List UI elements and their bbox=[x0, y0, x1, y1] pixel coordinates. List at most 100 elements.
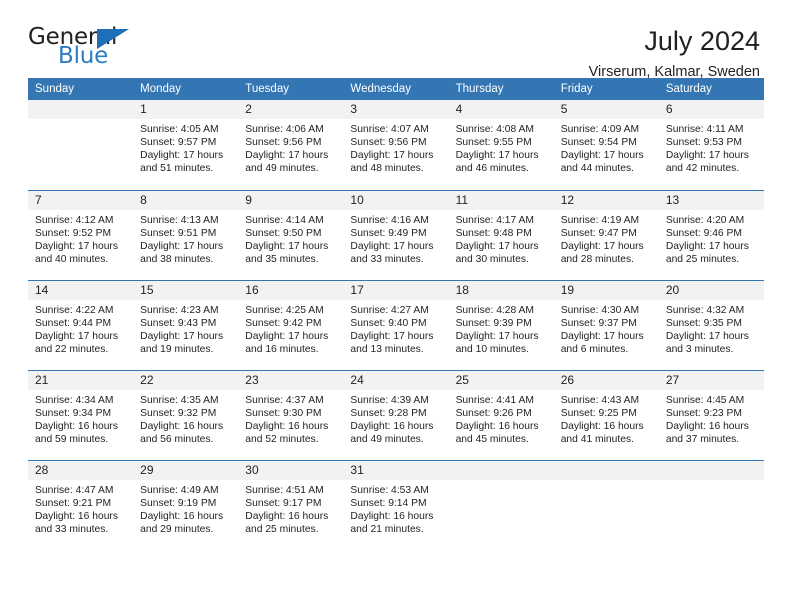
daylight-text-line2: and 46 minutes. bbox=[455, 163, 529, 175]
sunset-text: Sunset: 9:17 PM bbox=[245, 497, 322, 509]
calendar-day-cell[interactable]: 25 Sunrise: 4:41 AM Sunset: 9:26 PM Dayligh… bbox=[448, 369, 554, 460]
calendar-day-cell[interactable]: 2 Sunrise: 4:06 AM Sunset: 9:56 PM Daylight… bbox=[238, 100, 344, 190]
calendar-day-cell[interactable]: 7 Sunrise: 4:12 AM Sunset: 9:52 PM Daylight… bbox=[28, 189, 134, 280]
calendar-day-cell[interactable]: 19 Sunrise: 4:30 AM Sunset: 9:37 PM Dayligh… bbox=[553, 279, 659, 370]
calendar-day-cell[interactable]: 3 Sunrise: 4:07 AM Sunset: 9:56 PM Daylight… bbox=[343, 100, 449, 190]
day-cell-content: 18 Sunrise: 4:28 AM Sunset: 9:39 PM Dayligh… bbox=[448, 280, 554, 370]
daylight-text-line1: Daylight: 16 hours bbox=[350, 510, 434, 522]
day-number: 3 bbox=[343, 100, 449, 119]
day-number: 29 bbox=[133, 460, 239, 480]
sunrise-text: Sunrise: 4:25 AM bbox=[245, 304, 324, 316]
calendar-day-cell[interactable]: 15 Sunrise: 4:23 AM Sunset: 9:43 PM Dayligh… bbox=[133, 279, 239, 370]
sunset-text: Sunset: 9:50 PM bbox=[245, 227, 322, 239]
daylight-text-line1: Daylight: 16 hours bbox=[455, 420, 539, 432]
calendar-day-cell[interactable]: 28 Sunrise: 4:47 AM Sunset: 9:21 PM Dayligh… bbox=[28, 459, 134, 550]
sunset-text: Sunset: 9:56 PM bbox=[350, 137, 427, 149]
calendar-day-cell[interactable]: 14 Sunrise: 4:22 AM Sunset: 9:44 PM Dayligh… bbox=[28, 279, 134, 370]
weekday-header-wednesday: Wednesday bbox=[343, 78, 449, 100]
sun-info: Sunrise: 4:07 AM Sunset: 9:56 PM Daylight:… bbox=[343, 119, 448, 175]
calendar-day-cell[interactable]: 17 Sunrise: 4:27 AM Sunset: 9:40 PM Dayligh… bbox=[343, 279, 449, 370]
day-number: 22 bbox=[133, 370, 239, 390]
sunset-text: Sunset: 9:53 PM bbox=[665, 137, 742, 149]
daylight-text-line1: Daylight: 16 hours bbox=[35, 510, 118, 522]
sunset-text: Sunset: 9:47 PM bbox=[560, 227, 637, 239]
calendar-day-cell[interactable]: 23 Sunrise: 4:37 AM Sunset: 9:30 PM Dayligh… bbox=[238, 369, 344, 460]
calendar-day-cell[interactable]: 8 Sunrise: 4:13 AM Sunset: 9:51 PM Daylight… bbox=[133, 189, 239, 280]
daylight-text-line1: Daylight: 17 hours bbox=[35, 330, 118, 342]
calendar-day-cell[interactable]: 11 Sunrise: 4:17 AM Sunset: 9:48 PM Dayligh… bbox=[448, 189, 554, 280]
sun-info: Sunrise: 4:11 AM Sunset: 9:53 PM Daylight:… bbox=[659, 119, 764, 175]
calendar-empty-cell bbox=[28, 100, 134, 190]
calendar-day-cell[interactable]: 12 Sunrise: 4:19 AM Sunset: 9:47 PM Dayligh… bbox=[553, 189, 659, 280]
calendar-day-cell[interactable]: 21 Sunrise: 4:34 AM Sunset: 9:34 PM Dayligh… bbox=[28, 369, 134, 460]
sun-info: Sunrise: 4:12 AM Sunset: 9:52 PM Daylight:… bbox=[28, 210, 133, 266]
daylight-text-line1: Daylight: 16 hours bbox=[140, 510, 224, 522]
day-cell-content: 25 Sunrise: 4:41 AM Sunset: 9:26 PM Dayligh… bbox=[448, 370, 554, 460]
daylight-text-line1: Daylight: 16 hours bbox=[350, 420, 434, 432]
day-number: 26 bbox=[553, 370, 659, 390]
sunrise-text: Sunrise: 4:09 AM bbox=[560, 124, 640, 135]
daylight-text-line1: Daylight: 16 hours bbox=[245, 420, 329, 432]
sunset-text: Sunset: 9:34 PM bbox=[35, 407, 112, 419]
calendar-day-cell[interactable]: 20 Sunrise: 4:32 AM Sunset: 9:35 PM Dayligh… bbox=[658, 279, 764, 370]
calendar-day-cell[interactable]: 29 Sunrise: 4:49 AM Sunset: 9:19 PM Dayligh… bbox=[133, 459, 239, 550]
daylight-text-line1: Daylight: 17 hours bbox=[665, 240, 749, 252]
sunset-text: Sunset: 9:40 PM bbox=[350, 317, 427, 329]
calendar-day-cell[interactable]: 9 Sunrise: 4:14 AM Sunset: 9:50 PM Daylight… bbox=[238, 189, 344, 280]
day-number: 12 bbox=[553, 190, 659, 210]
daylight-text-line2: and 59 minutes. bbox=[35, 433, 109, 445]
sunrise-text: Sunrise: 4:47 AM bbox=[35, 484, 114, 496]
daylight-text-line2: and 30 minutes. bbox=[455, 253, 529, 265]
day-number: 17 bbox=[343, 280, 449, 300]
calendar-day-cell[interactable]: 18 Sunrise: 4:28 AM Sunset: 9:39 PM Dayligh… bbox=[448, 279, 554, 370]
calendar-week-row: 21 Sunrise: 4:34 AM Sunset: 9:34 PM Dayligh… bbox=[28, 369, 764, 460]
sun-info: Sunrise: 4:49 AM Sunset: 9:19 PM Daylight:… bbox=[133, 480, 238, 536]
calendar-day-cell[interactable]: 10 Sunrise: 4:16 AM Sunset: 9:49 PM Dayligh… bbox=[343, 189, 449, 280]
sun-info: Sunrise: 4:39 AM Sunset: 9:28 PM Daylight:… bbox=[343, 390, 448, 446]
sunrise-text: Sunrise: 4:28 AM bbox=[455, 304, 534, 316]
calendar-day-cell[interactable]: 24 Sunrise: 4:39 AM Sunset: 9:28 PM Dayligh… bbox=[343, 369, 449, 460]
daylight-text-line2: and 56 minutes. bbox=[140, 433, 214, 445]
daylight-text-line1: Daylight: 17 hours bbox=[140, 240, 224, 252]
calendar-day-cell[interactable]: 5 Sunrise: 4:09 AM Sunset: 9:54 PM Daylight… bbox=[553, 100, 659, 190]
daylight-text-line1: Daylight: 17 hours bbox=[560, 330, 644, 342]
sunrise-text: Sunrise: 4:19 AM bbox=[560, 214, 640, 226]
day-number bbox=[448, 460, 554, 480]
sun-info: Sunrise: 4:47 AM Sunset: 9:21 PM Daylight:… bbox=[28, 480, 133, 536]
calendar-day-cell[interactable]: 13 Sunrise: 4:20 AM Sunset: 9:46 PM Dayligh… bbox=[658, 189, 764, 280]
day-cell-content: 22 Sunrise: 4:35 AM Sunset: 9:32 PM Dayligh… bbox=[133, 370, 239, 460]
day-cell-content: 2 Sunrise: 4:06 AM Sunset: 9:56 PM Daylight… bbox=[238, 100, 344, 189]
daylight-text-line1: Daylight: 17 hours bbox=[560, 240, 644, 252]
calendar-day-cell[interactable]: 30 Sunrise: 4:51 AM Sunset: 9:17 PM Dayligh… bbox=[238, 459, 344, 550]
calendar-day-cell[interactable]: 26 Sunrise: 4:43 AM Sunset: 9:25 PM Dayligh… bbox=[553, 369, 659, 460]
sunrise-text: Sunrise: 4:13 AM bbox=[140, 214, 219, 226]
daylight-text-line1: Daylight: 17 hours bbox=[455, 240, 539, 252]
sunrise-text: Sunrise: 4:07 AM bbox=[350, 124, 429, 135]
daylight-text-line1: Daylight: 17 hours bbox=[245, 330, 329, 342]
day-cell-content bbox=[658, 460, 764, 550]
daylight-text-line2: and 52 minutes. bbox=[245, 433, 319, 445]
daylight-text-line2: and 13 minutes. bbox=[350, 343, 424, 355]
calendar-day-cell[interactable]: 31 Sunrise: 4:53 AM Sunset: 9:14 PM Dayligh… bbox=[343, 459, 449, 550]
day-cell-content: 12 Sunrise: 4:19 AM Sunset: 9:47 PM Dayligh… bbox=[553, 190, 659, 280]
sun-info: Sunrise: 4:28 AM Sunset: 9:39 PM Daylight:… bbox=[449, 300, 554, 356]
sunrise-text: Sunrise: 4:14 AM bbox=[245, 214, 324, 226]
daylight-text-line1: Daylight: 17 hours bbox=[35, 240, 118, 252]
daylight-text-line2: and 49 minutes. bbox=[350, 433, 424, 445]
calendar-day-cell[interactable]: 1 Sunrise: 4:05 AM Sunset: 9:57 PM Daylight… bbox=[133, 100, 239, 190]
calendar-day-cell[interactable]: 4 Sunrise: 4:08 AM Sunset: 9:55 PM Daylight… bbox=[448, 100, 554, 190]
day-number: 24 bbox=[343, 370, 449, 390]
calendar-day-cell[interactable]: 16 Sunrise: 4:25 AM Sunset: 9:42 PM Dayligh… bbox=[238, 279, 344, 370]
calendar-day-cell[interactable]: 27 Sunrise: 4:45 AM Sunset: 9:23 PM Dayligh… bbox=[658, 369, 764, 460]
weekday-header-friday: Friday bbox=[553, 78, 659, 100]
day-number: 11 bbox=[448, 190, 554, 210]
daylight-text-line1: Daylight: 17 hours bbox=[560, 150, 644, 162]
calendar-day-cell[interactable]: 6 Sunrise: 4:11 AM Sunset: 9:53 PM Daylight… bbox=[658, 100, 764, 190]
daylight-text-line1: Daylight: 17 hours bbox=[245, 240, 329, 252]
day-cell-content: 1 Sunrise: 4:05 AM Sunset: 9:57 PM Daylight… bbox=[133, 100, 239, 189]
day-cell-content: 23 Sunrise: 4:37 AM Sunset: 9:30 PM Dayligh… bbox=[238, 370, 344, 460]
sunrise-text: Sunrise: 4:34 AM bbox=[35, 394, 114, 406]
calendar-day-cell[interactable]: 22 Sunrise: 4:35 AM Sunset: 9:32 PM Dayligh… bbox=[133, 369, 239, 460]
day-number: 1 bbox=[133, 100, 239, 119]
daylight-text-line2: and 35 minutes. bbox=[245, 253, 319, 265]
